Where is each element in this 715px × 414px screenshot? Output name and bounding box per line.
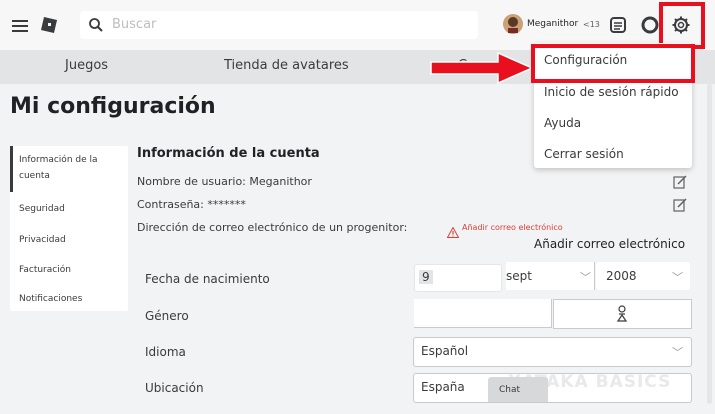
chevron-down-icon: ﹀ bbox=[672, 271, 683, 284]
sidebar-item-label: cuenta bbox=[19, 171, 50, 181]
logo-icon[interactable] bbox=[40, 16, 58, 34]
gender-icon bbox=[616, 305, 628, 323]
birth-month-value: sept bbox=[506, 269, 532, 283]
birthdate-label: Fecha de nacimiento bbox=[145, 272, 270, 286]
password-row: Contraseña: ******* bbox=[137, 198, 246, 211]
sidebar-item-security[interactable]: Seguridad bbox=[19, 204, 65, 214]
edit-username-icon[interactable] bbox=[673, 174, 687, 189]
gender-option-neutral[interactable] bbox=[414, 299, 552, 328]
username-row: Nombre de usuario: Meganithor bbox=[137, 175, 312, 188]
gear-highlight-box bbox=[659, 2, 705, 49]
chat-label: Chat bbox=[499, 385, 521, 395]
scrollbar[interactable] bbox=[707, 84, 712, 404]
birth-day-select[interactable]: 9 bbox=[414, 264, 502, 292]
menu-item-logout[interactable]: Cerrar sesión bbox=[544, 147, 624, 161]
location-label: Ubicación bbox=[145, 381, 204, 395]
edit-password-icon[interactable] bbox=[673, 197, 687, 212]
sidebar-item-label: Información de la bbox=[19, 155, 98, 165]
menu-icon[interactable] bbox=[12, 18, 28, 32]
username-label[interactable]: Meganithor bbox=[527, 19, 578, 29]
nav-games[interactable]: Juegos bbox=[65, 58, 108, 73]
highlight-arrow-icon bbox=[428, 50, 536, 86]
robux-icon[interactable] bbox=[641, 16, 659, 34]
sidebar-item-privacy[interactable]: Privacidad bbox=[19, 235, 66, 245]
birth-year-select[interactable]: 2008 ﹀ bbox=[596, 262, 690, 290]
search-placeholder: Buscar bbox=[112, 17, 157, 32]
sidebar-item-billing[interactable]: Facturación bbox=[19, 265, 71, 275]
menu-item-help[interactable]: Ayuda bbox=[544, 116, 581, 130]
birth-month-select[interactable]: sept ﹀ bbox=[506, 262, 595, 290]
search-input[interactable]: Buscar bbox=[80, 11, 478, 39]
sidebar-active-indicator bbox=[10, 146, 13, 192]
avatar-icon[interactable] bbox=[503, 14, 523, 34]
birth-day-value: 9 bbox=[419, 270, 433, 284]
chevron-down-icon: ﹀ bbox=[580, 271, 591, 284]
nav-avatar-shop[interactable]: Tienda de avatares bbox=[224, 58, 349, 73]
sidebar-item-notifications[interactable]: Notificaciones bbox=[19, 294, 82, 304]
messages-icon[interactable] bbox=[609, 16, 627, 34]
parent-email-row: Dirección de correo electrónico de un pr… bbox=[137, 221, 408, 234]
page-title: Mi configuración bbox=[10, 94, 216, 119]
add-email-button[interactable]: Añadir correo electrónico bbox=[534, 237, 685, 251]
add-email-warning[interactable]: Añadir correo electrónico bbox=[462, 223, 563, 232]
language-value: Español bbox=[421, 344, 469, 358]
gender-option-other[interactable] bbox=[553, 299, 692, 329]
sidebar-item-account-info[interactable]: Información de la cuenta bbox=[19, 155, 124, 189]
settings-highlight-box bbox=[531, 44, 695, 83]
account-info-title: Información de la cuenta bbox=[137, 146, 320, 161]
chevron-down-icon: ﹀ bbox=[672, 346, 683, 359]
gender-label: Género bbox=[145, 309, 189, 323]
language-select[interactable]: Español ﹀ bbox=[413, 337, 692, 367]
birth-year-value: 2008 bbox=[606, 269, 637, 283]
menu-item-quick-login[interactable]: Inicio de sesión rápido bbox=[544, 85, 679, 99]
location-value: España bbox=[421, 380, 465, 394]
language-label: Idioma bbox=[145, 345, 186, 359]
warning-icon bbox=[446, 223, 460, 238]
search-icon bbox=[88, 17, 104, 33]
age-badge: <13 bbox=[583, 20, 600, 29]
